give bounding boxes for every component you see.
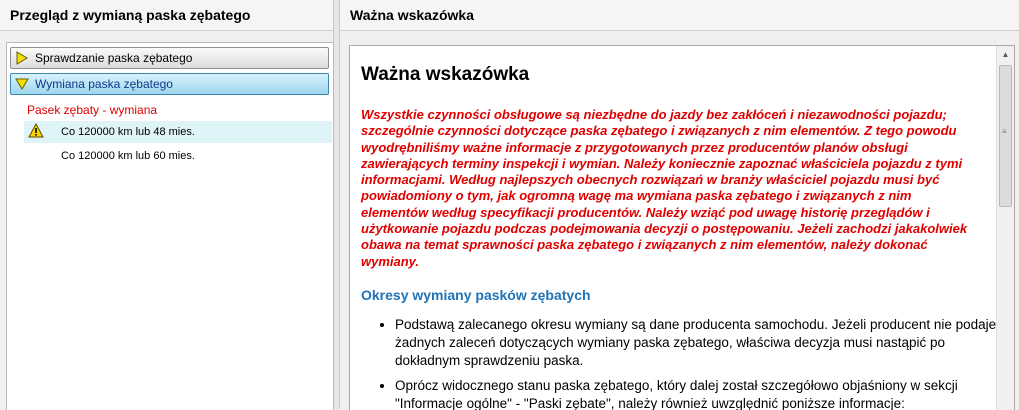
document-title: Ważna wskazówka <box>361 64 530 85</box>
bullet-list: Podstawą zalecanego okresu wymiany są da… <box>377 316 996 410</box>
interval-item-60-months[interactable]: Co 120000 km lub 60 mies. <box>24 145 332 167</box>
list-item: Podstawą zalecanego okresu wymiany są da… <box>395 316 996 370</box>
section-title: Pasek zębaty - wymiana <box>27 103 158 117</box>
warning-icon <box>28 122 46 141</box>
document-view: Ważna wskazówka Wszystkie czynności obsł… <box>349 45 1015 410</box>
tree-node-timing-belt-replacement[interactable]: Wymiana paska zębatego <box>10 73 329 95</box>
interval-item-label: Co 120000 km lub 60 mies. <box>61 150 195 162</box>
right-pane-title: Ważna wskazówka <box>340 0 1019 31</box>
right-pane: Ważna wskazówka Ważna wskazówka Wszystki… <box>339 0 1019 410</box>
interval-item-label: Co 120000 km lub 48 mies. <box>61 126 195 138</box>
replacement-intervals-heading: Okresy wymiany pasków zębatych <box>361 287 591 303</box>
tree-node-label: Wymiana paska zębatego <box>35 77 173 91</box>
interval-item-48-months[interactable]: Co 120000 km lub 48 mies. <box>24 121 332 143</box>
vertical-scrollbar[interactable]: ▲ ≡ <box>996 46 1014 410</box>
list-item: Oprócz widocznego stanu paska zębatego, … <box>395 377 996 410</box>
left-pane: Przegląd z wymianą paska zębatego Sprawd… <box>0 0 334 410</box>
procedure-tree: Sprawdzanie paska zębatego Wymiana paska… <box>6 42 334 410</box>
important-warning-text: Wszystkie czynności obsługowe są niezbęd… <box>361 107 968 269</box>
arrow-right-icon <box>15 51 29 65</box>
arrow-down-icon <box>15 77 29 91</box>
scrollbar-thumb[interactable]: ≡ <box>999 65 1012 207</box>
tree-node-label: Sprawdzanie paska zębatego <box>35 51 193 65</box>
scroll-up-arrow-icon[interactable]: ▲ <box>997 46 1014 63</box>
grip-icon: ≡ <box>1002 127 1007 136</box>
tree-node-timing-belt-check[interactable]: Sprawdzanie paska zębatego <box>10 47 329 69</box>
left-pane-title: Przegląd z wymianą paska zębatego <box>0 0 333 31</box>
document-body: Ważna wskazówka Wszystkie czynności obsł… <box>350 46 996 410</box>
